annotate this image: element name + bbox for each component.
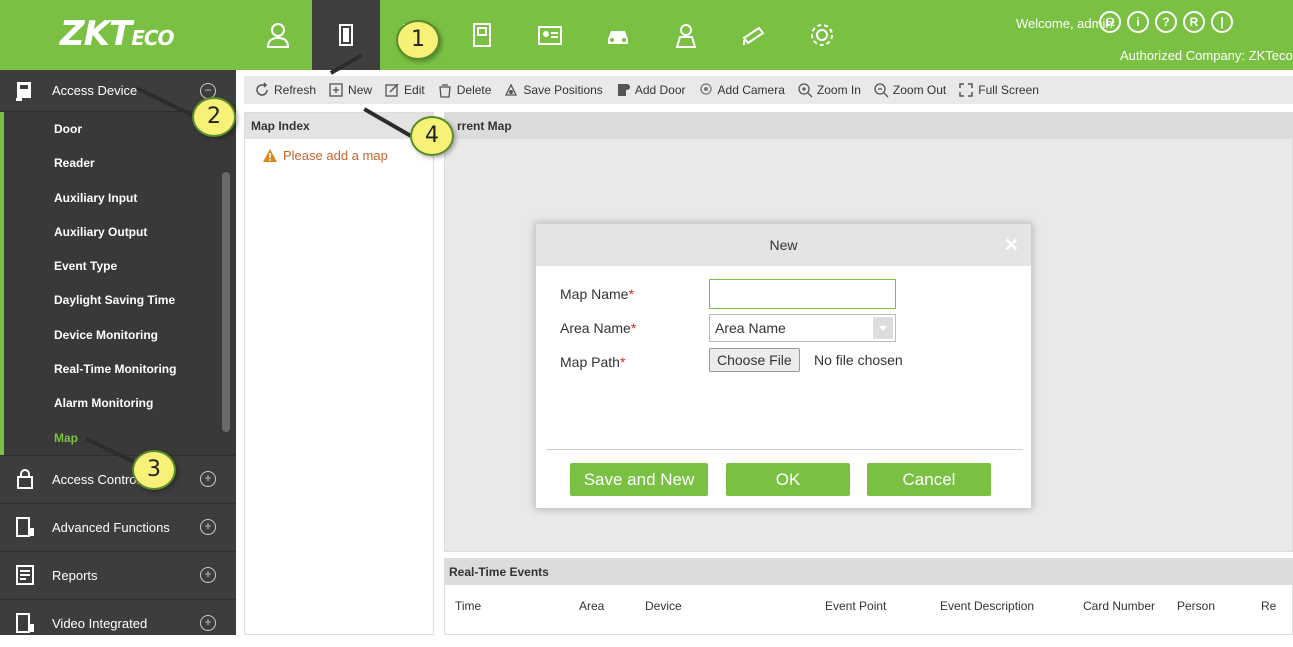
edit-icon <box>385 83 399 97</box>
column-card-number[interactable]: Card Number <box>1083 599 1155 613</box>
add-door-button[interactable]: Add Door <box>615 82 686 98</box>
access-device-icon <box>16 81 31 101</box>
video-icon[interactable] <box>720 0 788 70</box>
system-icon[interactable] <box>788 0 856 70</box>
add-camera-button[interactable]: Add Camera <box>698 82 785 98</box>
expand-icon[interactable]: + <box>200 567 216 584</box>
add-door-icon <box>617 84 630 96</box>
sidebar-group-reports[interactable]: Reports + <box>0 550 236 599</box>
expand-icon[interactable]: + <box>200 471 216 488</box>
dialog-divider <box>546 449 1023 450</box>
sidebar-scrollbar[interactable] <box>222 172 230 432</box>
delete-button[interactable]: Delete <box>437 82 491 98</box>
new-button[interactable]: New <box>328 82 372 98</box>
map-toolbar: Refresh New Edit Delete Save Positions A… <box>244 76 1293 104</box>
patrol-icon[interactable] <box>652 0 720 70</box>
real-time-events-title: Real-Time Events <box>445 559 1292 585</box>
zoom-out-icon <box>874 83 889 98</box>
delete-icon <box>439 84 451 98</box>
chevron-down-icon[interactable] <box>873 317 893 339</box>
dialog-title-bar: New ✕ <box>536 224 1031 266</box>
edit-button[interactable]: Edit <box>384 82 425 98</box>
sidebar-item-map[interactable]: Map <box>0 420 236 455</box>
column-person[interactable]: Person <box>1177 599 1215 613</box>
new-map-dialog: New ✕ Map Name* Area Name* Area Name Map… <box>535 223 1032 509</box>
visitor-icon[interactable] <box>516 0 584 70</box>
sidebar-group-access-control[interactable]: Access Control + <box>0 454 236 503</box>
area-name-select[interactable]: Area Name <box>709 314 896 342</box>
zoom-out-button[interactable]: Zoom Out <box>873 82 946 98</box>
column-re[interactable]: Re <box>1261 599 1276 613</box>
sidebar: Access Device − Door Reader Auxiliary In… <box>0 70 236 635</box>
column-device[interactable]: Device <box>645 599 682 613</box>
advanced-functions-icon <box>16 517 34 538</box>
annotation-bubble-2: 2 <box>192 97 236 137</box>
ok-button[interactable]: OK <box>726 463 850 496</box>
reports-icon <box>16 565 34 586</box>
current-map-title: rrent Map <box>445 113 1292 139</box>
sidebar-item-auxiliary-input[interactable]: Auxiliary Input <box>0 180 236 215</box>
save-positions-icon <box>505 83 518 96</box>
column-area[interactable]: Area <box>579 599 604 613</box>
zkteco-logo: ZKTECO <box>60 14 175 54</box>
add-camera-icon <box>699 83 712 95</box>
expand-icon[interactable]: + <box>200 519 216 536</box>
sidebar-item-device-monitoring[interactable]: Device Monitoring <box>0 317 236 353</box>
new-icon <box>329 83 343 97</box>
full-screen-button[interactable]: Full Screen <box>958 82 1039 98</box>
authorized-company: Authorized Company: ZKTeco <box>1120 48 1293 63</box>
map-index-panel: Map Index Please add a map <box>244 112 434 635</box>
no-file-text: No file chosen <box>814 352 903 368</box>
sidebar-item-daylight-saving-time[interactable]: Daylight Saving Time <box>0 283 236 318</box>
sidebar-submenu: Door Reader Auxiliary Input Auxiliary Ou… <box>0 112 236 455</box>
power-icon[interactable]: | <box>1211 11 1233 33</box>
save-positions-button[interactable]: Save Positions <box>503 82 603 98</box>
dialog-title: New <box>769 237 798 253</box>
map-name-label: Map Name* <box>560 286 634 302</box>
parking-icon[interactable] <box>584 0 652 70</box>
refresh-icon <box>256 82 268 96</box>
sidebar-group-advanced-functions[interactable]: Advanced Functions + <box>0 502 236 551</box>
annotation-bubble-1: 1 <box>396 20 440 60</box>
info-icon[interactable]: i <box>1127 11 1149 33</box>
annotation-bubble-3: 3 <box>132 450 176 490</box>
column-event-point[interactable]: Event Point <box>825 599 886 613</box>
map-warning: Please add a map <box>263 148 388 163</box>
sidebar-item-real-time-monitoring[interactable]: Real-Time Monitoring <box>0 352 236 387</box>
cancel-button[interactable]: Cancel <box>867 463 991 496</box>
area-name-label: Area Name* <box>560 320 637 336</box>
lock-icon <box>17 469 33 490</box>
user-profile-icon[interactable]: Ω <box>1099 11 1121 33</box>
choose-file-button[interactable]: Choose File <box>709 348 800 372</box>
help-icon[interactable]: ? <box>1155 11 1177 33</box>
sidebar-item-alarm-monitoring[interactable]: Alarm Monitoring <box>0 386 236 421</box>
expand-icon[interactable]: + <box>200 615 216 632</box>
top-bar: ZKTECO Welcome, admin Ω i ? R | Authoriz… <box>0 0 1293 70</box>
personnel-icon[interactable] <box>244 0 312 70</box>
column-time[interactable]: Time <box>455 599 481 613</box>
sidebar-group-video-integrated[interactable]: Video Integrated + <box>0 598 236 647</box>
sidebar-item-reader[interactable]: Reader <box>0 146 236 181</box>
sidebar-item-event-type[interactable]: Event Type <box>0 249 236 284</box>
map-name-input[interactable] <box>709 279 896 309</box>
real-time-events-panel: Real-Time Events Time Area Device Event … <box>444 558 1293 635</box>
warning-icon <box>263 149 277 162</box>
sidebar-item-auxiliary-output[interactable]: Auxiliary Output <box>0 214 236 250</box>
close-icon[interactable]: ✕ <box>1004 224 1019 266</box>
top-right-icons: Ω i ? R | <box>1099 11 1233 33</box>
column-event-description[interactable]: Event Description <box>940 599 1034 613</box>
access-icon[interactable] <box>312 0 380 70</box>
video-integrated-icon <box>16 613 34 634</box>
account-icon[interactable]: R <box>1183 11 1205 33</box>
attendance-icon[interactable] <box>448 0 516 70</box>
full-screen-icon <box>959 83 974 97</box>
module-nav <box>244 0 856 70</box>
save-and-new-button[interactable]: Save and New <box>570 463 708 496</box>
map-path-label: Map Path* <box>560 354 626 370</box>
refresh-button[interactable]: Refresh <box>254 82 316 98</box>
zoom-in-icon <box>798 83 813 98</box>
zoom-in-button[interactable]: Zoom In <box>797 82 861 98</box>
annotation-bubble-4: 4 <box>410 116 454 156</box>
